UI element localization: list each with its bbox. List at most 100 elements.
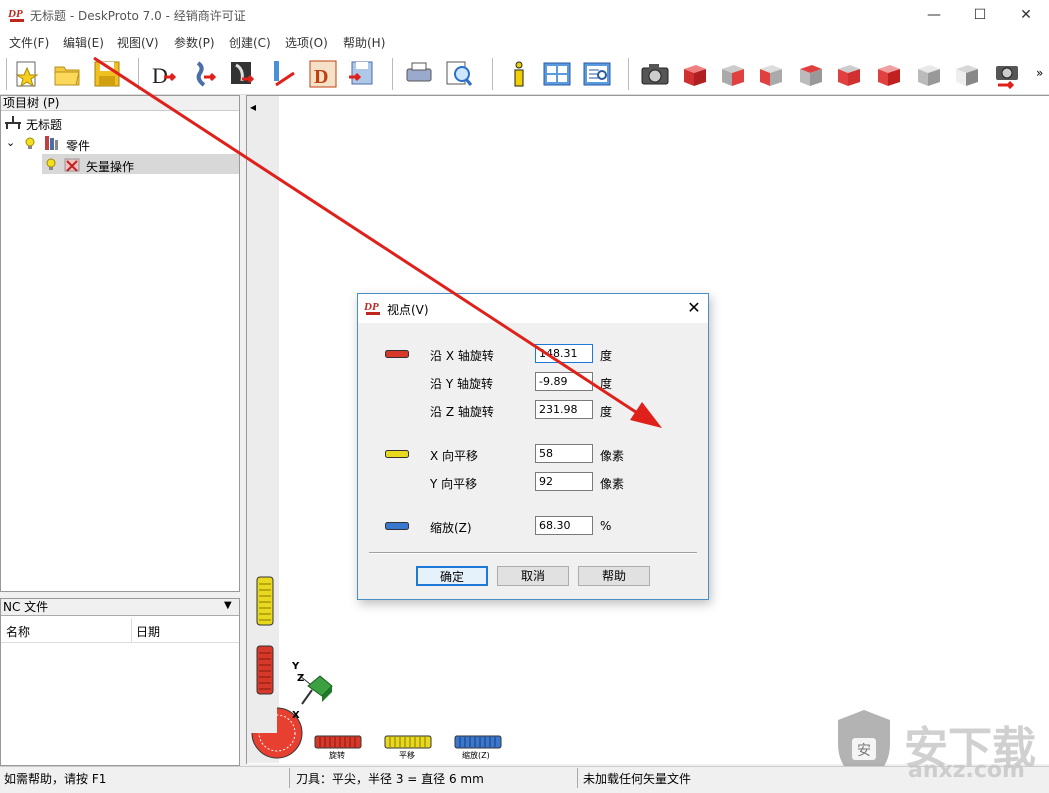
rotate-x-input[interactable]: [535, 344, 593, 363]
menu-edit[interactable]: 编辑(E): [63, 34, 104, 51]
axis-gizmo-icon: [299, 675, 333, 705]
rotate-dial-red[interactable]: [314, 735, 362, 749]
drawing-icon[interactable]: D: [308, 59, 338, 89]
view-top-icon[interactable]: [834, 59, 864, 89]
status-separator: [289, 768, 290, 788]
status-separator: [577, 768, 578, 788]
toolbar-separator: [492, 58, 493, 90]
new-project-icon[interactable]: [12, 59, 42, 89]
app-logo-icon: DP: [8, 8, 24, 22]
collapse-panel-icon[interactable]: ◂: [250, 100, 256, 114]
toolbar-separator: [392, 58, 393, 90]
dialog-close-button[interactable]: ✕: [684, 297, 704, 319]
close-window-button[interactable]: ✕: [1003, 0, 1049, 30]
rotate-x-unit: 度: [600, 349, 613, 363]
help-button[interactable]: 帮助: [578, 566, 650, 586]
zoom-unit: %: [600, 519, 612, 533]
zoom-dial-label: 缩放(Z): [462, 751, 490, 760]
tree-item-part[interactable]: 零件: [66, 137, 90, 154]
nc-column-date[interactable]: 日期: [136, 623, 160, 640]
rotate-dial-label: 旋转: [329, 751, 345, 760]
pan-y-unit: 像素: [600, 477, 625, 491]
rotate-y-label: 沿 Y 轴旋转: [430, 377, 493, 391]
svg-text:D: D: [314, 66, 328, 88]
rotate-z-unit: 度: [600, 405, 613, 419]
maximize-button[interactable]: ☐: [957, 0, 1003, 30]
save-nc-icon[interactable]: [346, 59, 376, 89]
lightbulb-icon[interactable]: [25, 137, 35, 150]
pan-dial-yellow[interactable]: [384, 735, 432, 749]
dialog-title: 视点(V): [387, 303, 429, 317]
view-iso2-icon[interactable]: [952, 59, 982, 89]
pan-dial-label: 平移: [399, 751, 415, 760]
menu-view[interactable]: 视图(V): [117, 34, 159, 51]
info-icon[interactable]: [504, 59, 534, 89]
view-left-icon[interactable]: [756, 59, 786, 89]
pan-dial-icon: [385, 450, 409, 458]
view-front-icon[interactable]: [680, 59, 710, 89]
rotate-y-input[interactable]: [535, 372, 593, 391]
rotate-x-dial-icon: [385, 350, 409, 358]
status-bar: [0, 766, 1049, 793]
menu-create[interactable]: 创建(C): [229, 34, 271, 51]
toolbar-separator: [138, 58, 139, 90]
zoom-label: 缩放(Z): [430, 521, 472, 535]
zoom-dial-blue[interactable]: [454, 735, 502, 749]
vertical-rotate-dial-red[interactable]: [256, 645, 274, 695]
nc-files-header: NC 文件: [1, 599, 239, 616]
view-iso-icon[interactable]: [914, 59, 944, 89]
ok-button[interactable]: 确定: [416, 566, 488, 586]
part-icon: [45, 136, 58, 150]
view-right-icon[interactable]: [796, 59, 826, 89]
zoom-input[interactable]: [535, 516, 593, 535]
tree-item-root[interactable]: 无标题: [26, 116, 62, 133]
save-icon[interactable]: [92, 59, 122, 89]
pan-x-unit: 像素: [600, 449, 625, 463]
nc-table-header: [1, 618, 239, 643]
rotate-y-unit: 度: [600, 377, 613, 391]
project-tree-header: 项目树 (P): [1, 96, 239, 111]
menu-parameters[interactable]: 参数(P): [174, 34, 215, 51]
pan-x-input[interactable]: [535, 444, 593, 463]
svg-text:安: 安: [857, 743, 871, 759]
status-vector-info: 未加载任何矢量文件: [583, 772, 692, 786]
print-icon[interactable]: [404, 59, 434, 89]
rotate-z-input[interactable]: [535, 400, 593, 419]
menu-options[interactable]: 选项(O): [285, 34, 328, 51]
axis-x-label: X: [292, 710, 300, 721]
menu-file[interactable]: 文件(F): [9, 34, 49, 51]
camera-icon[interactable]: [640, 59, 670, 89]
load-bitmap-icon[interactable]: [228, 59, 258, 89]
svg-text:DP: DP: [364, 301, 379, 313]
tree-item-vector-op[interactable]: 矢量操作: [86, 158, 134, 175]
print-preview-icon[interactable]: [444, 59, 474, 89]
toolbar-separator: [628, 58, 629, 90]
camera-reset-icon[interactable]: [992, 59, 1022, 89]
toolbar-grip: [6, 58, 7, 90]
minimize-button[interactable]: —: [911, 0, 957, 30]
vertical-rotate-dial-yellow[interactable]: [256, 576, 274, 626]
status-help-hint: 如需帮助，请按 F1: [4, 772, 107, 786]
toolbar-overflow-button[interactable]: »: [1036, 66, 1043, 80]
pan-y-input[interactable]: [535, 472, 593, 491]
window-layout-icon[interactable]: [542, 59, 572, 89]
tool-path-icon[interactable]: [270, 59, 300, 89]
vector-operation-icon: [64, 158, 80, 172]
column-divider[interactable]: [131, 618, 132, 642]
view-back-icon[interactable]: [718, 59, 748, 89]
menu-help[interactable]: 帮助(H): [343, 34, 385, 51]
chevron-down-icon[interactable]: ⌄: [6, 136, 15, 149]
nc-column-name[interactable]: 名称: [6, 623, 30, 640]
pan-x-label: X 向平移: [430, 449, 479, 463]
import-part-icon[interactable]: D: [150, 59, 180, 89]
view-bottom-icon[interactable]: [874, 59, 904, 89]
zoom-dial-icon: [385, 522, 409, 530]
dropdown-arrow-icon[interactable]: ▼: [224, 600, 232, 611]
open-folder-icon[interactable]: [52, 59, 82, 89]
status-tool-info: 刀具：平尖，半径 3 = 直径 6 mm: [296, 772, 484, 786]
load-vector-icon[interactable]: [190, 59, 220, 89]
view-list-icon[interactable]: [582, 59, 612, 89]
lightbulb-icon[interactable]: [46, 158, 56, 171]
cancel-button[interactable]: 取消: [497, 566, 569, 586]
rotate-z-label: 沿 Z 轴旋转: [430, 405, 494, 419]
